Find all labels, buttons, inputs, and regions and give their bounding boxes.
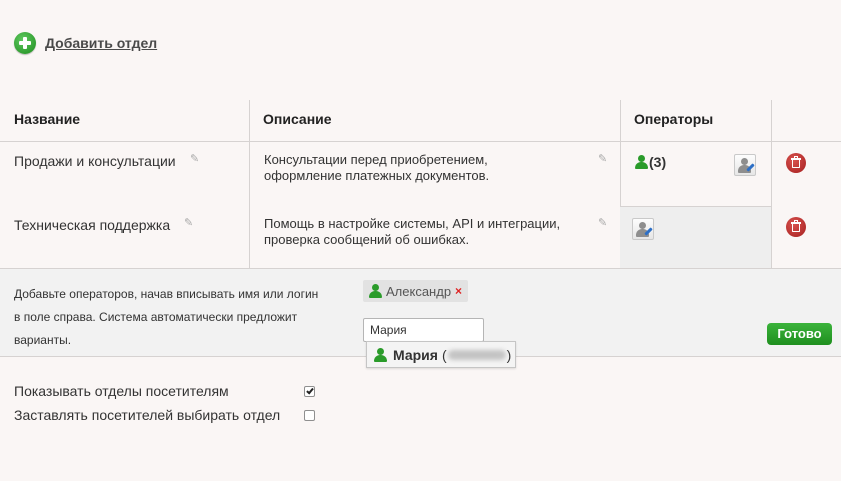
table-header-divider bbox=[0, 141, 841, 142]
hint-line: Добавьте операторов, начав вписывать имя… bbox=[14, 287, 319, 301]
hint-line: варианты. bbox=[14, 333, 72, 347]
header-name: Название bbox=[14, 111, 81, 127]
trash-icon[interactable] bbox=[786, 153, 806, 173]
show-departments-checkbox[interactable] bbox=[304, 386, 315, 397]
department-name: Продажи и консультации bbox=[14, 153, 176, 169]
operators-count-value: (3) bbox=[649, 154, 667, 170]
operators-count[interactable]: (3) bbox=[634, 154, 666, 170]
assign-operator-icon[interactable] bbox=[734, 154, 756, 176]
add-department-link[interactable]: Добавить отдел bbox=[14, 32, 157, 54]
plus-circle-icon bbox=[14, 32, 36, 54]
done-button[interactable]: Готово bbox=[767, 323, 832, 345]
column-divider-name bbox=[249, 100, 250, 268]
pencil-icon[interactable]: ✎ bbox=[190, 154, 200, 165]
selected-operator-tag: Александр × bbox=[363, 280, 469, 302]
column-divider-operators bbox=[771, 100, 772, 268]
person-icon bbox=[368, 284, 382, 298]
blurred-login bbox=[447, 349, 506, 360]
description-line: оформление платежных документов. bbox=[264, 168, 490, 183]
department-description: Помощь в настройке системы, API и интегр… bbox=[264, 216, 560, 248]
assign-operator-icon[interactable] bbox=[632, 218, 654, 240]
remove-operator-icon[interactable]: × bbox=[455, 284, 462, 298]
pencil-icon[interactable]: ✎ bbox=[184, 218, 194, 229]
header-operators: Операторы bbox=[634, 111, 714, 127]
show-departments-label: Показывать отделы посетителям bbox=[14, 383, 229, 399]
person-icon bbox=[373, 347, 387, 362]
suggestion-paren-close: ) bbox=[506, 346, 512, 363]
force-select-label: Заставлять посетителей выбирать отдел bbox=[14, 407, 281, 423]
operator-search-input[interactable] bbox=[363, 318, 484, 342]
pencil-icon[interactable]: ✎ bbox=[598, 218, 608, 229]
department-name: Техническая поддержка bbox=[14, 217, 171, 233]
checkmark-icon bbox=[306, 386, 314, 395]
person-icon bbox=[634, 155, 648, 169]
add-department-label: Добавить отдел bbox=[45, 35, 158, 51]
operator-hint: Добавьте операторов, начав вписывать имя… bbox=[14, 283, 344, 352]
force-select-checkbox[interactable] bbox=[304, 410, 315, 421]
selected-operator-name: Александр bbox=[386, 283, 452, 299]
operators-row-divider bbox=[620, 206, 771, 207]
suggestion-name: Мария bbox=[393, 346, 438, 363]
trash-icon[interactable] bbox=[786, 217, 806, 237]
department-description: Консультации перед приобретением, оформл… bbox=[264, 152, 489, 184]
operator-suggestion[interactable]: Мария ( ) bbox=[366, 341, 516, 368]
pencil-icon[interactable]: ✎ bbox=[598, 154, 608, 165]
header-description: Описание bbox=[263, 111, 332, 127]
description-line: Консультации перед приобретением, bbox=[264, 152, 488, 167]
description-line: Помощь в настройке системы, API и интегр… bbox=[264, 216, 561, 231]
description-line: проверка сообщений об ошибках. bbox=[264, 232, 470, 247]
hint-line: в поле справа. Система автоматически пре… bbox=[14, 310, 298, 324]
suggestion-paren-open: ( bbox=[441, 346, 447, 363]
